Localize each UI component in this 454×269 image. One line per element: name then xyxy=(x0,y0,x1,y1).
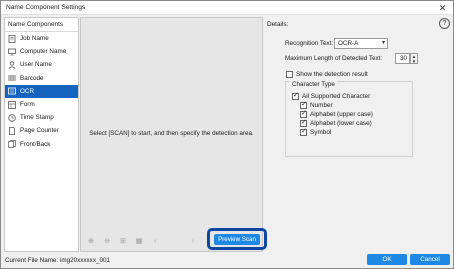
front-back-icon xyxy=(8,140,16,148)
show-detection-checkbox[interactable] xyxy=(286,71,293,78)
details-label: Details: xyxy=(267,21,289,28)
user-icon xyxy=(8,61,16,69)
component-computer-name[interactable]: Computer Name xyxy=(5,45,78,58)
component-label: Front/Back xyxy=(20,140,51,148)
component-label: Page Counter xyxy=(20,127,59,135)
component-label: Time Stamp xyxy=(20,114,54,122)
help-icon[interactable]: ? xyxy=(439,18,450,29)
upper-case-label: Alphabet (upper case) xyxy=(310,111,373,118)
footer-bar: Current File Name: img20xxxxxx_001 OK Ca… xyxy=(1,254,453,268)
preview-toolbar: ⊕ ⊖ ⊞ ▦ ‹ › xyxy=(87,237,197,246)
zoom-in-icon[interactable]: ⊕ xyxy=(87,237,95,245)
preview-instruction: Select [SCAN] to start, and then specify… xyxy=(89,130,254,137)
name-components-header: Name Components xyxy=(5,18,78,32)
component-ocr[interactable]: OCR xyxy=(5,84,78,98)
lower-case-label: Alphabet (lower case) xyxy=(310,120,372,127)
name-components-panel: Name Components Job Name Computer Name U… xyxy=(4,17,79,252)
component-page-counter[interactable]: Page Counter xyxy=(5,124,78,137)
symbol-row[interactable]: Symbol xyxy=(300,127,332,136)
recognition-text-select[interactable]: OCR-A ▾ xyxy=(334,38,388,49)
recognition-text-value: OCR-A xyxy=(338,40,359,47)
max-length-label: Maximum Length of Detected Text: xyxy=(285,55,383,62)
component-job-name[interactable]: Job Name xyxy=(5,32,78,45)
show-detection-row[interactable]: Show the detection result xyxy=(286,71,368,78)
clock-icon xyxy=(8,114,16,122)
component-user-name[interactable]: User Name xyxy=(5,58,78,71)
number-checkbox[interactable] xyxy=(300,100,307,109)
upper-case-row[interactable]: Alphabet (upper case) xyxy=(300,109,373,118)
number-label: Number xyxy=(310,102,333,109)
fit-icon[interactable]: ⊞ xyxy=(119,237,127,245)
all-supported-row[interactable]: All Supported Character xyxy=(292,91,371,100)
component-barcode[interactable]: Barcode xyxy=(5,72,78,85)
zoom-out-icon[interactable]: ⊖ xyxy=(103,237,111,245)
scan-button-highlight: Preview Scan xyxy=(207,228,267,250)
preview-area[interactable]: Select [SCAN] to start, and then specify… xyxy=(80,17,267,252)
form-icon xyxy=(8,100,16,109)
dialog-window: Name Component Settings ✕ Name Component… xyxy=(0,0,454,269)
stepper-down-icon[interactable]: ▼ xyxy=(411,59,417,64)
recognition-text-label: Recognition Text: xyxy=(285,40,334,47)
component-label: Barcode xyxy=(20,74,44,82)
character-type-group: Character Type All Supported Character N… xyxy=(285,81,413,157)
component-label: Form xyxy=(20,101,35,109)
component-front-back[interactable]: Front/Back xyxy=(5,138,78,151)
character-type-title: Character Type xyxy=(290,81,337,88)
ok-button[interactable]: OK xyxy=(367,254,407,265)
symbol-label: Symbol xyxy=(310,129,332,136)
number-row[interactable]: Number xyxy=(300,100,333,109)
close-icon[interactable]: ✕ xyxy=(436,2,449,14)
current-file-name: Current File Name: img20xxxxxx_001 xyxy=(5,257,110,264)
symbol-checkbox[interactable] xyxy=(300,127,307,136)
component-label: User Name xyxy=(20,61,52,69)
job-name-icon xyxy=(8,34,16,43)
barcode-icon xyxy=(8,74,16,82)
component-time-stamp[interactable]: Time Stamp xyxy=(5,111,78,124)
max-length-stepper[interactable]: ▲ ▼ xyxy=(410,53,418,64)
lower-case-checkbox[interactable] xyxy=(300,118,307,127)
details-panel: Details: ? Recognition Text: OCR-A ▾ Max… xyxy=(265,17,453,252)
grid-icon[interactable]: ▦ xyxy=(135,237,143,245)
component-form[interactable]: Form xyxy=(5,98,78,111)
window-title: Name Component Settings xyxy=(6,4,86,11)
all-supported-checkbox[interactable] xyxy=(292,91,299,100)
previous-page-icon[interactable]: ‹ xyxy=(151,237,159,245)
title-bar: Name Component Settings ✕ xyxy=(1,1,453,15)
stepper-up-icon[interactable]: ▲ xyxy=(411,54,417,59)
show-detection-label: Show the detection result xyxy=(296,71,368,78)
component-label: Computer Name xyxy=(20,48,67,56)
component-label: Job Name xyxy=(20,35,49,43)
upper-case-checkbox[interactable] xyxy=(300,109,307,118)
preview-scan-button[interactable]: Preview Scan xyxy=(214,234,260,245)
all-supported-label: All Supported Character xyxy=(302,93,371,100)
component-label: OCR xyxy=(20,87,34,95)
computer-icon xyxy=(8,48,16,56)
max-length-input[interactable]: 30 xyxy=(395,53,410,64)
lower-case-row[interactable]: Alphabet (lower case) xyxy=(300,118,372,127)
cancel-button[interactable]: Cancel xyxy=(410,254,450,265)
ocr-icon xyxy=(8,87,16,95)
page-counter-icon xyxy=(8,127,16,135)
next-page-icon[interactable]: › xyxy=(189,237,197,245)
chevron-down-icon: ▾ xyxy=(381,40,385,46)
